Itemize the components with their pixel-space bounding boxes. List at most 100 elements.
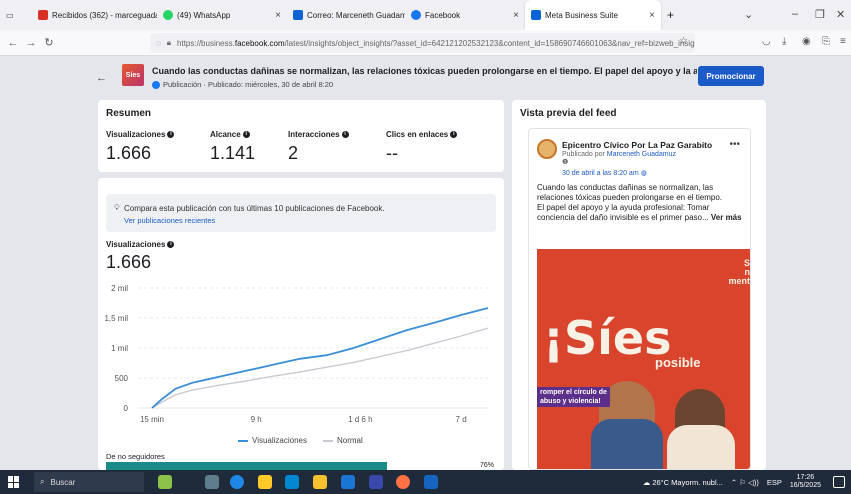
tab-label: (49) WhatsApp	[177, 10, 231, 20]
extensions-icon[interactable]: ⎘	[822, 36, 830, 47]
back-arrow-icon[interactable]: ←	[96, 72, 107, 84]
metric-value: 1.141	[210, 143, 256, 163]
info-icon: ❶	[562, 159, 569, 166]
metric-value: 2	[288, 143, 299, 163]
facebook-icon	[411, 10, 421, 20]
task-view-icon[interactable]	[205, 475, 219, 489]
maximize-icon[interactable]: ❐	[815, 8, 825, 21]
minimize-icon[interactable]: –	[792, 8, 798, 20]
views-label-text: Visualizaciones	[106, 240, 166, 249]
menu-icon[interactable]: ≡	[840, 36, 846, 47]
post-body: Cuando las conductas dañinas se normaliz…	[537, 183, 747, 223]
language-indicator[interactable]: ESP	[767, 478, 782, 487]
lock-icon: 🔒︎	[166, 38, 172, 47]
post-header: ← Síes Cuando las conductas dañinas se n…	[96, 62, 770, 98]
tab-meta-business[interactable]: Meta Business Suite ×	[525, 0, 661, 30]
info-icon[interactable]: i	[242, 131, 250, 138]
account-icon[interactable]: ◉	[802, 36, 811, 47]
post-title: Cuando las conductas dañinas se normaliz…	[152, 66, 697, 76]
post-image[interactable]: Sanamente ¡Síes posible romper el círcul…	[537, 249, 750, 469]
browser-tabstrip: ▭ Recibidos (362) - marceguadan × (49) W…	[0, 0, 851, 30]
metric-value: --	[386, 143, 398, 163]
x-tick-label: 15 min	[140, 415, 164, 424]
summary-card: Resumen Visualizaciones i 1.666 Alcance i …	[98, 100, 504, 172]
series-line-normal[interactable]	[151, 327, 489, 409]
chevron-down-icon[interactable]: ⌄	[744, 8, 753, 21]
star-icon[interactable]: ☆	[679, 36, 688, 47]
info-icon[interactable]: i	[450, 131, 458, 138]
lightbulb-icon: 💡︎	[114, 203, 120, 212]
back-icon[interactable]: ←	[4, 37, 22, 49]
close-window-icon[interactable]: ✕	[836, 8, 845, 21]
clock[interactable]: 17:26 16/5/2025	[790, 474, 821, 490]
see-more-link[interactable]: Ver más	[711, 213, 742, 222]
tab-whatsapp[interactable]: (49) WhatsApp ×	[157, 0, 287, 30]
navigation-bar: ← → ↻ ◌ 🔒︎ https://business.facebook.com…	[0, 30, 851, 56]
search-placeholder: Buscar	[50, 477, 76, 487]
whatsapp-icon	[163, 10, 173, 20]
file-explorer-icon[interactable]	[258, 475, 272, 489]
post-body-text: Cuando las conductas dañinas se normaliz…	[537, 183, 723, 202]
thumbnail-text: Síes	[125, 71, 141, 79]
recent-posts-link[interactable]: Ver publicaciones recientes	[124, 216, 215, 225]
tab-list-button[interactable]: ▭	[0, 0, 32, 30]
x-tick-label: 1 d 6 h	[348, 415, 372, 424]
taskbar-search[interactable]: ⌕ Buscar	[34, 472, 144, 492]
more-options-icon[interactable]: •••	[729, 139, 740, 150]
close-icon[interactable]: ×	[507, 10, 519, 21]
new-tab-button[interactable]: +	[661, 0, 681, 30]
info-icon[interactable]: i	[341, 131, 349, 138]
feed-post: Epicentro Cívico Por La Paz Garabito Pub…	[528, 128, 751, 470]
tab-facebook[interactable]: Facebook ×	[405, 0, 525, 30]
url-text: https://business.facebook.com/latest/ins…	[177, 38, 695, 48]
post-body-text-2: El papel del apoyo y la ayuda profesiona…	[537, 203, 710, 222]
tab-outlook[interactable]: Correo: Marceneth Guadamuz ×	[287, 0, 405, 30]
plus-icon: +	[667, 8, 675, 22]
series-line-visualizaciones[interactable]	[151, 307, 489, 409]
tab-gmail[interactable]: Recibidos (362) - marceguadan ×	[32, 0, 157, 30]
legend-views[interactable]: Visualizaciones	[238, 436, 307, 445]
avatar[interactable]	[537, 139, 557, 159]
y-tick-label: 0	[124, 404, 129, 413]
post-subtitle-text: Publicación · Publicado: miércoles, 30 d…	[163, 80, 334, 89]
notifications-icon[interactable]	[833, 476, 845, 488]
legend-normal[interactable]: Normal	[323, 436, 363, 445]
post-time[interactable]: 30 de abril a las 8:20 am ◍	[562, 169, 647, 177]
teams-icon[interactable]	[369, 475, 383, 489]
weather-widget-icon[interactable]	[158, 475, 172, 489]
tray-icons[interactable]: ⌃ ⚐ ◁))	[731, 478, 759, 487]
author-link[interactable]: Marceneth Guadamuz	[607, 151, 676, 158]
weather-status[interactable]: ☁︎ 26°C Mayorm. nubl...	[643, 478, 723, 487]
image-person-man-body	[591, 419, 663, 469]
windows-start-icon[interactable]	[8, 476, 20, 488]
forward-icon[interactable]: →	[22, 37, 40, 49]
firefox-icon[interactable]	[396, 475, 410, 489]
info-icon[interactable]: i	[167, 241, 175, 248]
outlook-taskbar-icon[interactable]	[341, 475, 355, 489]
outlook-icon	[293, 10, 303, 20]
metric-link-clicks: Clics en enlaces i --	[386, 130, 458, 164]
download-icon[interactable]: ⤓	[782, 36, 786, 47]
url-bar[interactable]: ◌ 🔒︎ https://business.facebook.com/lates…	[150, 33, 695, 53]
edge-icon[interactable]	[230, 475, 244, 489]
metric-label: Alcance	[210, 130, 241, 139]
reload-icon[interactable]: ↻	[40, 36, 58, 49]
word-icon[interactable]	[424, 475, 438, 489]
tab-label: Meta Business Suite	[545, 10, 618, 20]
skype-icon[interactable]	[285, 475, 299, 489]
windows-taskbar: ⌕ Buscar ☁︎ 26°C Mayorm. nubl... ⌃ ⚐ ◁)) …	[0, 470, 851, 494]
system-tray: ☁︎ 26°C Mayorm. nubl... ⌃ ⚐ ◁)) ESP 17:2…	[643, 474, 821, 490]
feed-preview-title: Vista previa del feed	[520, 108, 617, 119]
close-icon[interactable]: ×	[643, 10, 655, 21]
folder-icon[interactable]	[313, 475, 327, 489]
metric-label: Visualizaciones	[106, 130, 166, 139]
compare-text: Compara esta publicación con tus últimas…	[124, 204, 385, 213]
page-name[interactable]: Epicentro Cívico Por La Paz Garabito	[562, 140, 712, 150]
image-subheadline: posible	[655, 355, 701, 370]
promote-button[interactable]: Promocionar	[698, 66, 764, 86]
published-by: Publicado por Marceneth Guadamuz ❶	[562, 151, 677, 166]
views-line-chart: 0 500 1 mil 1,5 mil 2 mil 15 min 9 h 1 d 6 h 7 …	[104, 284, 489, 424]
close-icon[interactable]: ×	[269, 10, 281, 21]
pocket-icon[interactable]: ◡	[762, 36, 771, 47]
info-icon[interactable]: i	[167, 131, 175, 138]
